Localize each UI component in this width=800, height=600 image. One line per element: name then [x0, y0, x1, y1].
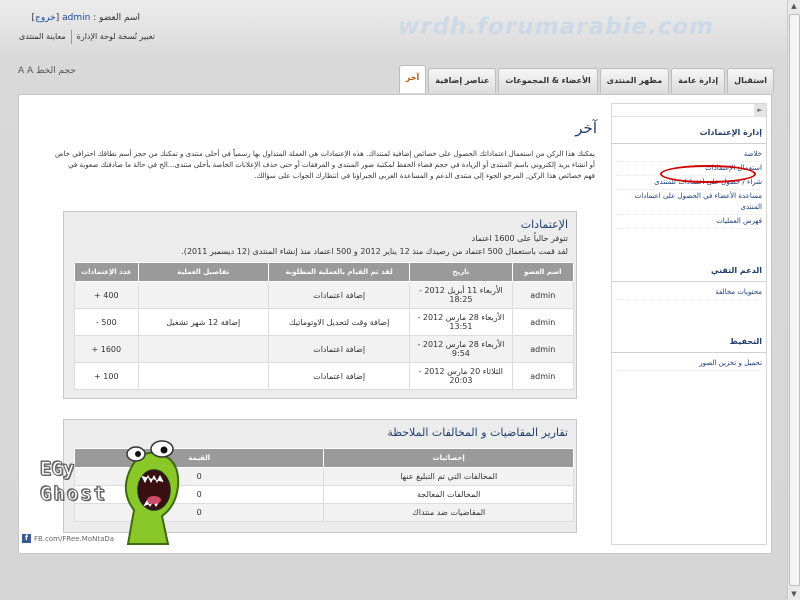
sidebar-heading-storage: التحفيظ: [612, 332, 766, 353]
sidebar-item-summary[interactable]: خلاصة: [616, 148, 762, 162]
logout-link[interactable]: خروج: [35, 13, 56, 23]
table-row: admin الأربعاء 11 أبريل 2012 - 18:25 إضا…: [74, 281, 575, 309]
top-links: تغيير نُسخة لوحة الإدارة معاينة المنتدى: [14, 30, 160, 44]
font-size-label: حجم الخط: [36, 66, 76, 76]
column-header: إحصائيات: [323, 448, 574, 468]
scroll-down-icon[interactable]: ▼: [789, 589, 799, 599]
sidebar-item-member-help[interactable]: مساعدة الأعضاء في الحصول على اعتمادات ال…: [616, 190, 762, 215]
action-cell: إضافة اعتمادات: [268, 281, 411, 309]
sidebar-list-credits: خلاصة استعمال الإعتمادات شراء / حصول على…: [612, 144, 766, 233]
font-increase-icon[interactable]: A: [18, 66, 24, 76]
credits-title: الإعتمادات: [520, 218, 568, 231]
tab-members-groups[interactable]: الأعضاء & المجموعات: [498, 68, 598, 93]
main-tabs: استقبال إدارة عامة مظهر المنتدى الأعضاء …: [398, 65, 774, 93]
member-cell[interactable]: admin: [511, 335, 575, 363]
date-cell: الأربعاء 11 أبريل 2012 - 18:25: [409, 281, 513, 309]
page-title: آخر: [575, 119, 597, 137]
credits-table: اسم العضو تاريخ لقد تم القيام بالعملية ا…: [74, 262, 575, 390]
facebook-url: FB.com/FRee.MoNtaDa: [34, 534, 115, 543]
details-cell: [137, 362, 270, 390]
credits-box: الإعتمادات تتوفر حالياً على 1600 اعتماد …: [63, 211, 577, 399]
details-cell: [137, 335, 270, 363]
action-cell: إضافة اعتمادات: [268, 362, 411, 390]
stat-label-cell: المخالفات المعالجة: [323, 485, 574, 504]
reports-title: تقارير المقاضيات و المخالفات الملاحظة: [387, 426, 568, 439]
page-description: يمكنك هذا الركن من استعمال اعتماداتك الح…: [54, 150, 595, 180]
logo-line-1: EGy: [39, 458, 75, 481]
scrollbar-thumb[interactable]: [789, 14, 800, 586]
credits-available: تتوفر حالياً على 1600 اعتماد: [471, 234, 568, 243]
column-header: لقد تم القيام بالعملية المطلوبة: [268, 262, 411, 282]
sidebar-item-use-credits[interactable]: استعمال الإعتمادات: [616, 162, 762, 176]
monster-mascot-icon: [124, 440, 180, 545]
sidebar-heading-credits: إدارة الإعتمادات: [612, 123, 766, 144]
amount-cell: + 100: [74, 362, 139, 390]
amount-cell: + 400: [74, 281, 139, 309]
date-cell: الأربعاء 28 مارس 2012 - 9:54: [409, 335, 513, 363]
scroll-up-icon[interactable]: ▲: [789, 1, 799, 11]
vertical-scrollbar[interactable]: ▲ ▼: [787, 0, 800, 600]
table-row: admin الأربعاء 28 مارس 2012 - 9:54 إضافة…: [74, 335, 575, 363]
member-cell[interactable]: admin: [511, 308, 575, 336]
tab-general-admin[interactable]: إدارة عامة: [671, 68, 726, 93]
column-header: اسم العضو: [511, 262, 575, 282]
sidebar-item-buy-credits[interactable]: شراء / حصول على اعتمادات للمنتدى: [616, 176, 762, 190]
column-header: تفاصيل العملية: [137, 262, 270, 282]
change-panel-version-link[interactable]: تغيير نُسخة لوحة الإدارة: [72, 32, 160, 44]
preview-forum-link[interactable]: معاينة المنتدى: [14, 32, 71, 44]
sidebar-item-operations-index[interactable]: فهرس العمليات: [616, 215, 762, 229]
details-cell: إضافة 12 شهر تشغيل: [137, 308, 270, 336]
action-cell: إضافة اعتمادات: [268, 335, 411, 363]
member-cell[interactable]: admin: [511, 362, 575, 390]
stat-value-cell: 0: [73, 467, 325, 486]
stat-value-cell: 0: [73, 485, 325, 504]
column-header: القيمة: [73, 448, 325, 468]
amount-cell: + 1600: [74, 335, 139, 363]
username-link[interactable]: admin: [62, 13, 90, 23]
table-row: admin الثلاثاء 20 مارس 2012 - 20:03 إضاف…: [74, 362, 575, 390]
admin-panel-page: wrdh.forumarabie.com اسم العضو : admin […: [0, 0, 788, 600]
facebook-tag: f FB.com/FRee.MoNtaDa: [22, 534, 114, 543]
sidebar-item-image-storage[interactable]: تحميل و تخزين الصور: [616, 357, 762, 371]
tab-other[interactable]: آخر: [398, 65, 427, 93]
column-header: عدد الإعتمادات: [74, 262, 139, 282]
stat-value-cell: 0: [73, 503, 325, 522]
tab-extra-modules[interactable]: عناصر إضافية: [428, 68, 497, 93]
column-header: تاريخ: [409, 262, 513, 282]
sidebar-item-violating-content[interactable]: محتويات مخالفة: [616, 286, 762, 300]
details-cell: [137, 281, 270, 309]
font-decrease-icon[interactable]: A: [27, 66, 33, 76]
stat-label-cell: المقاضيات ضد منتداك: [323, 503, 574, 522]
table-header-row: اسم العضو تاريخ لقد تم القيام بالعملية ا…: [74, 262, 575, 282]
tab-home[interactable]: استقبال: [727, 68, 774, 93]
table-row: admin الأربعاء 28 مارس 2012 - 13:51 إضاف…: [74, 308, 575, 336]
link-divider: [70, 30, 72, 44]
font-size-control: A A حجم الخط: [18, 66, 76, 76]
facebook-icon: f: [22, 534, 31, 543]
logo-line-2: Ghost: [39, 483, 108, 506]
member-label: اسم العضو :: [93, 13, 140, 23]
date-cell: الأربعاء 28 مارس 2012 - 13:51: [409, 308, 513, 336]
credits-history: لقد قمت باستعمال 500 اعتماد من رصيدك منذ…: [181, 247, 568, 256]
sidebar-heading-tech-support: الدعم التقني: [612, 261, 766, 282]
action-cell: إضافة وقت لتحديل الاوتوماتيك: [268, 308, 411, 336]
sidebar: ► إدارة الإعتمادات خلاصة استعمال الإعتما…: [611, 103, 767, 545]
stat-label-cell: المخالفات التي تم التبليغ عنها: [323, 467, 574, 486]
tab-forum-appearance[interactable]: مظهر المنتدى: [599, 68, 670, 93]
forum-watermark: wrdh.forumarabie.com: [398, 14, 715, 40]
member-cell[interactable]: admin: [511, 281, 575, 309]
collapse-arrow-icon[interactable]: ►: [754, 104, 766, 116]
date-cell: الثلاثاء 20 مارس 2012 - 20:03: [409, 362, 513, 390]
amount-cell: - 500: [74, 308, 139, 336]
egy-ghost-logo: EGy Ghost: [39, 458, 108, 506]
user-info: اسم العضو : admin [خروج]: [31, 13, 141, 23]
